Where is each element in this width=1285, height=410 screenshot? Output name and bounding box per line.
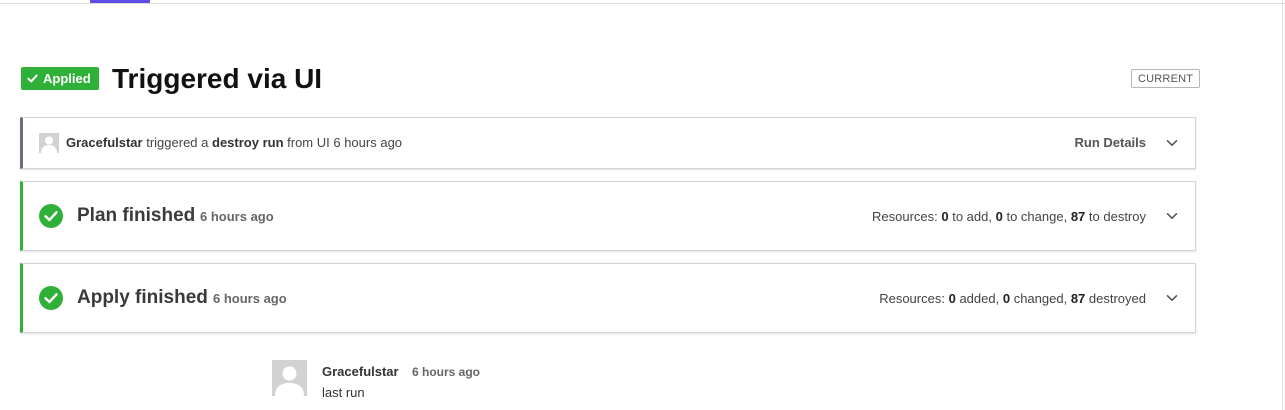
plan-resources: Resources: 0 to add, 0 to change, 87 to …	[872, 209, 1146, 224]
avatar	[272, 360, 307, 396]
changed-label: changed,	[1013, 291, 1068, 306]
trigger-source: from UI 6 hours ago	[287, 135, 403, 150]
status-badge-label: Applied	[43, 71, 91, 86]
changed-count: 0	[1002, 291, 1011, 306]
status-badge: Applied	[21, 67, 99, 90]
trigger-card[interactable]: Gracefulstar triggered a destroy run fro…	[20, 117, 1196, 169]
apply-resources: Resources: 0 added, 0 changed, 87 destro…	[879, 291, 1146, 306]
comment-author[interactable]: Gracefulstar	[322, 364, 399, 379]
check-circle-icon	[39, 204, 63, 228]
active-tab-indicator	[90, 0, 150, 3]
chevron-down-icon[interactable]	[1165, 209, 1179, 223]
added-label: added,	[959, 291, 1000, 306]
plan-card[interactable]: Plan finished 6 hours ago Resources: 0 t…	[20, 181, 1196, 251]
destroyed-count: 87	[1070, 291, 1086, 306]
resources-label: Resources:	[871, 209, 938, 224]
chevron-down-icon[interactable]	[1165, 136, 1179, 150]
trigger-summary: Gracefulstar triggered a destroy run fro…	[66, 135, 402, 150]
destroy-count: 87	[1070, 209, 1086, 224]
comment-time: 6 hours ago	[412, 365, 481, 379]
check-circle-icon	[39, 286, 63, 310]
resources-label: Resources:	[879, 291, 945, 306]
run-details-button[interactable]: Run Details	[1074, 135, 1146, 150]
avatar	[39, 133, 59, 153]
comment-body: last run	[322, 385, 365, 400]
plan-time: 6 hours ago	[200, 209, 274, 224]
user-avatar-icon	[39, 133, 59, 153]
apply-card[interactable]: Apply finished 6 hours ago Resources: 0 …	[20, 263, 1196, 333]
trigger-user[interactable]: Gracefulstar	[66, 135, 143, 150]
current-tag: CURRENT	[1131, 69, 1201, 88]
trigger-verb: triggered a	[146, 135, 209, 150]
chevron-down-icon[interactable]	[1165, 291, 1179, 305]
plan-title: Plan finished	[77, 205, 196, 226]
page-title: Triggered via UI	[112, 63, 323, 94]
user-avatar-icon	[272, 360, 307, 396]
change-count: 0	[995, 209, 1003, 224]
apply-title: Apply finished	[77, 287, 208, 308]
comment: Gracefulstar 6 hours ago last run	[272, 360, 672, 400]
run-type: destroy run	[212, 135, 284, 150]
destroy-label: to destroy	[1088, 209, 1146, 224]
check-icon	[27, 74, 38, 83]
top-nav-bar	[0, 0, 1285, 4]
scrollbar-edge	[1282, 0, 1283, 410]
add-label: to add,	[952, 209, 992, 224]
add-count: 0	[941, 209, 949, 224]
destroyed-label: destroyed	[1088, 291, 1146, 306]
apply-time: 6 hours ago	[213, 291, 287, 306]
added-count: 0	[948, 291, 956, 306]
change-label: to change,	[1006, 209, 1068, 224]
